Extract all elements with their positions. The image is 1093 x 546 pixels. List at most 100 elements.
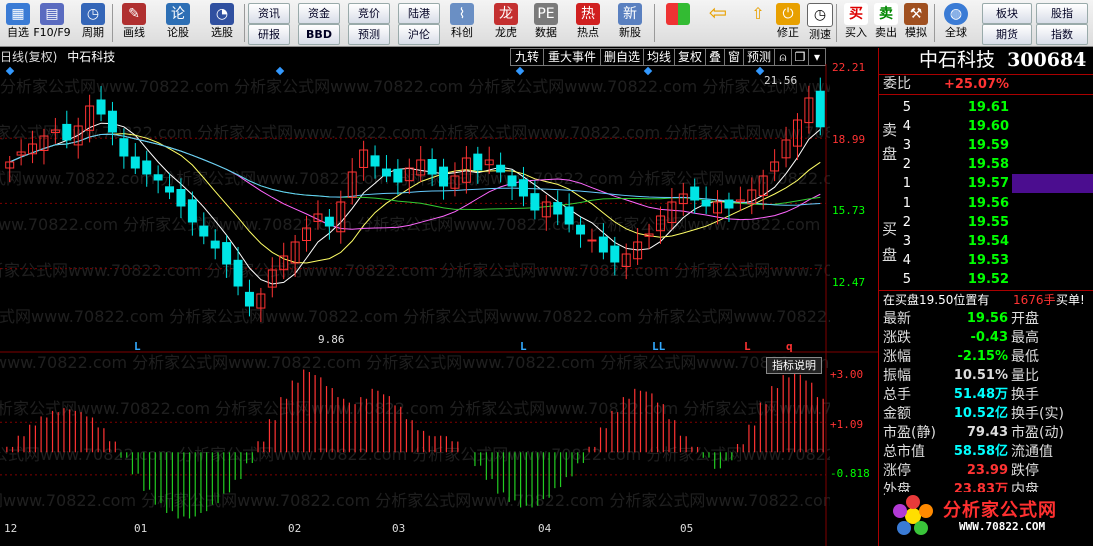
candle-body [564,206,574,225]
stat-row: 振幅 10.51% 量比 [879,367,1093,385]
ipo-icon: 新 [618,3,642,25]
candle-body [587,239,597,242]
weibi-row: 委比 +25.07% [879,74,1093,95]
period-label: 日线(复权) [0,50,58,64]
ask-row[interactable]: 2 19.58 [879,155,1093,174]
l-marker: L [134,340,141,353]
bbd-button[interactable]: BBD [298,24,340,45]
zixun-button[interactable]: 资讯 [248,3,290,24]
tb-zhouqi[interactable]: ◷ 周期 [75,2,111,44]
tb-quanqiu[interactable]: ◍ 全球 [938,2,974,44]
bid-price: 19.55 [967,215,1009,230]
tb-lungu[interactable]: 论论股 [160,2,196,44]
x-tick: 05 [680,522,694,535]
chart-icon: ⌇ [450,3,474,25]
x-tick: 01 [134,522,148,535]
separator [934,4,935,42]
price-tick: 22.21 [832,61,866,74]
bankuai-button[interactable]: 板块 [982,3,1032,24]
qihuo-button[interactable]: 期货 [982,24,1032,45]
stat-value: -2.15% [957,349,1009,364]
candle-body [210,240,220,249]
diamond-marker [275,66,285,76]
grid-icon: ▦ [6,3,30,25]
tb-huaxian[interactable]: ✎ 画线 [116,2,152,44]
toolbar: ▦ 自选 ▤ F10/F9 ◷ 周期 ✎ 画线 论论股 ◔ 选股 资讯 资金 竞价 陆港 … [0,0,1093,47]
tb-longhu[interactable]: 龙龙虎 [488,2,524,44]
l-marker: LL [652,340,666,353]
tb-cesu[interactable]: ◷ 测速 [802,2,838,44]
tb-label: 周期 [82,26,104,39]
stat-label: 振幅 [883,368,911,384]
gauge-icon: ◔ [210,3,234,25]
tb-layout[interactable] [660,2,696,44]
quote-stock-name: 中石科技 [919,49,996,71]
bid-row[interactable]: 4 19.53 [879,251,1093,270]
lugang-button[interactable]: 陆港 [398,3,440,24]
hulun-button[interactable]: 沪伦 [398,24,440,45]
tb-label: F10/F9 [33,26,71,39]
price-tick: 18.99 [832,133,866,146]
buy-icon: 买 [844,3,868,25]
tb-back[interactable]: ⇦ [700,2,736,44]
candle-body [142,160,152,175]
yuce-button[interactable]: 预测 [348,24,390,45]
bid-row[interactable]: 1 19.56 [879,194,1093,213]
zhishu-button[interactable]: 指数 [1036,24,1088,45]
guzhi-button[interactable]: 股指 [1036,3,1088,24]
ask-row[interactable]: 4 19.60 [879,117,1093,136]
tb-xuangu[interactable]: ◔ 选股 [204,2,240,44]
zijin-button[interactable]: 资金 [298,3,340,24]
tb-redian[interactable]: 热热点 [570,2,606,44]
indicator-tick: -0.818 [830,467,870,480]
bid-row[interactable]: 5 19.52 [879,270,1093,289]
yanbao-button[interactable]: 研报 [248,24,290,45]
weibi-value: +25.07% [943,77,1009,92]
stat-label: 涨停 [883,463,911,479]
chat-icon: 论 [166,3,190,25]
bid-row[interactable]: 3 19.54 [879,232,1093,251]
tb-zixuan[interactable]: ▦ 自选 [0,2,36,44]
tb-shuju[interactable]: PE 数据 [528,2,564,44]
stat-value: 10.52亿 [953,406,1008,421]
x-tick: 02 [288,522,302,535]
separator [244,4,245,42]
bid-row[interactable]: 2 19.55 [879,213,1093,232]
candle-body [815,90,825,128]
candle-body [724,199,734,209]
quote-stock-code: 300684 [1007,49,1087,71]
stat-row: 涨跌 -0.43 最高 [879,329,1093,347]
candle-body [507,175,517,187]
stat-value: 23.99 [966,463,1008,478]
ask-level: 4 [902,119,911,134]
price-tick: 15.73 [832,204,866,217]
stat-row: 涨停 23.99 跌停 [879,462,1093,480]
jingjia-button[interactable]: 竞价 [348,3,390,24]
quote-panel: 中石科技 300684 委比 +25.07% 卖盘 买盘 5 19.61 4 19.6… [878,48,1093,546]
tb-xiuzheng[interactable]: ⏻ 修正 [770,2,806,44]
stat-row: 市盈(静) 79.43 市盈(动) [879,424,1093,442]
candle-body [96,99,106,115]
tb-kechuang[interactable]: ⌇ 科创 [444,2,480,44]
high-marker: 21.56 [764,74,798,87]
ask1-highlight [1012,174,1093,193]
bid-level: 1 [902,196,911,211]
ask-row[interactable]: 5 19.61 [879,98,1093,117]
ask-price: 19.58 [967,157,1009,172]
tb-moni[interactable]: ⚒ 模拟 [898,2,934,44]
tb-label: 全球 [945,26,967,39]
indicator-info-button[interactable]: 指标说明 [766,357,822,374]
stat-label2: 换手 [1011,387,1039,403]
tb-xingu[interactable]: 新新股 [612,2,648,44]
candle-body [187,199,197,223]
ask-level: 3 [902,138,911,153]
tb-label: 修正 [777,26,799,39]
ask-row[interactable]: 3 19.59 [879,136,1093,155]
stat-label: 总市值 [883,444,925,460]
candle-body [165,186,175,193]
price-chart[interactable] [0,64,878,546]
tb-f10[interactable]: ▤ F10/F9 [32,2,72,44]
tb-label: 科创 [451,26,473,39]
ask-price: 19.59 [967,138,1009,153]
diamond-marker [5,66,15,76]
